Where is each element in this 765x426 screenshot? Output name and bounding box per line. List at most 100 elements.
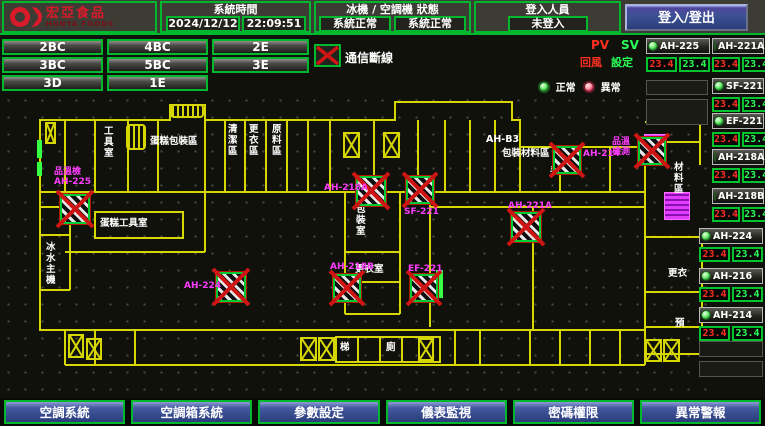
unit-sv-value: 23.4 bbox=[742, 97, 765, 112]
unit-marker-label-ah-224: AH-224 bbox=[184, 282, 221, 292]
unit-button-ah-216[interactable]: AH-216 bbox=[699, 268, 763, 284]
unit-values: 23.423.4 bbox=[646, 57, 710, 72]
unit-marker-label-ah-225: 品溫檢AH-225 bbox=[54, 168, 91, 187]
nav-button-3[interactable]: 參數設定 bbox=[258, 400, 379, 424]
nav-button-6[interactable]: 異常警報 bbox=[640, 400, 761, 424]
comm-fail-icon bbox=[314, 44, 341, 67]
unit-sv-value: 23.4 bbox=[742, 132, 765, 147]
unit-card-ah-216: AH-21623.423.4 bbox=[699, 268, 763, 284]
unit-button-ef-221[interactable]: EF-221 bbox=[712, 113, 764, 129]
stair-x-box bbox=[318, 337, 335, 361]
zone-button-1e[interactable]: 1E bbox=[107, 75, 208, 91]
stair-x-box bbox=[343, 132, 360, 158]
unit-button-sf-221[interactable]: SF-221 bbox=[712, 78, 764, 94]
hunya-logo-icon bbox=[10, 4, 46, 30]
system-time-label: 系統時間 bbox=[162, 3, 309, 16]
unit-button-ah-224[interactable]: AH-224 bbox=[699, 228, 763, 244]
unit-name-label: EF-221 bbox=[726, 116, 762, 127]
zone-button-3d[interactable]: 3D bbox=[2, 75, 103, 91]
zone-button-3e[interactable]: 3E bbox=[212, 57, 309, 73]
unit-card-ah-221a: AH-221A23.423.4 bbox=[712, 38, 764, 54]
unit-card-ah-214: AH-21423.423.4 bbox=[699, 307, 763, 323]
unit-marker-label-sf-221: SF-221 bbox=[404, 208, 439, 218]
unit-pv-value: 23.4 bbox=[699, 326, 730, 341]
unit-status-led bbox=[714, 81, 724, 91]
comm-fail-unit-icon-ef-221[interactable] bbox=[410, 274, 438, 302]
unit-sv-value: 23.4 bbox=[679, 57, 710, 72]
login-logout-button[interactable]: 登入/登出 bbox=[625, 4, 748, 31]
unit-status-led bbox=[701, 310, 711, 320]
unit-status-led bbox=[714, 191, 716, 201]
comm-fail-unit-icon-ah-214[interactable] bbox=[553, 146, 581, 174]
unit-card-ah-218b: AH-218B23.423.4 bbox=[712, 188, 764, 204]
unit-button-ah-214[interactable]: AH-214 bbox=[699, 307, 763, 323]
room-label: 更衣區 bbox=[249, 124, 260, 157]
login-user-display: 未登入 bbox=[508, 16, 588, 32]
unit-marker-label-ef-221: EF-221 bbox=[408, 265, 443, 275]
zone-button-3bc[interactable]: 3BC bbox=[2, 57, 103, 73]
legend-sv-caption: 設定 bbox=[611, 54, 633, 70]
room-label: 冰水主機 bbox=[46, 242, 57, 286]
unit-card-ah-224: AH-22423.423.4 bbox=[699, 228, 763, 244]
zone-button-2bc[interactable]: 2BC bbox=[2, 39, 103, 55]
brand-name-en: HUNYA FOODS bbox=[46, 20, 114, 28]
unit-name-label: AH-218B bbox=[718, 191, 764, 202]
stair-x-box bbox=[383, 132, 400, 158]
comm-fail-unit-icon-ah-225[interactable] bbox=[60, 194, 90, 224]
unit-sv-value: 23.4 bbox=[732, 326, 763, 341]
stair-x-box bbox=[645, 339, 662, 362]
room-label: 更衣 bbox=[668, 268, 687, 279]
zone-button-4bc[interactable]: 4BC bbox=[107, 39, 208, 55]
comm-fail-unit-icon-ah-218b[interactable] bbox=[333, 274, 361, 302]
login-user-label: 登入人員 bbox=[476, 3, 619, 16]
top-bar: 宏亞食品 HUNYA FOODS 系統時間 2024/12/12 22:09:5… bbox=[0, 0, 765, 35]
unit-sv-value: 23.4 bbox=[732, 287, 763, 302]
room-label: 廁 bbox=[386, 342, 396, 353]
bottom-nav-bar: 空調系統空調箱系統參數設定儀表監視密碼權限異常警報 bbox=[0, 398, 765, 426]
unit-name-label: AH-224 bbox=[713, 231, 752, 242]
unit-status-led bbox=[714, 116, 724, 126]
comm-fail-unit-icon--[interactable] bbox=[638, 137, 666, 165]
unit-button-ah-221a[interactable]: AH-221A bbox=[712, 38, 764, 54]
equipment-outline bbox=[126, 124, 146, 150]
comm-fail-unit-icon-sf-221[interactable] bbox=[406, 176, 434, 204]
unit-sv-value: 23.4 bbox=[732, 247, 763, 262]
room-label: 清潔區 bbox=[228, 124, 239, 157]
unit-values: 23.423.4 bbox=[699, 287, 763, 302]
unit-sv-value: 23.4 bbox=[742, 207, 765, 222]
unit-pv-value: 23.4 bbox=[712, 132, 740, 147]
unit-values: 23.423.4 bbox=[712, 132, 764, 147]
room-label: AH-B3 bbox=[486, 134, 519, 145]
unit-button-ah-218a[interactable]: AH-218A bbox=[712, 149, 764, 165]
zone-button-2e[interactable]: 2E bbox=[212, 39, 309, 55]
nav-button-2[interactable]: 空調箱系統 bbox=[131, 400, 252, 424]
comm-fail-unit-icon-ah-221a[interactable] bbox=[511, 212, 541, 242]
legend-pv-caption: 回風 bbox=[580, 54, 602, 70]
unit-values: 23.423.4 bbox=[712, 57, 764, 72]
room-label: 材料區 bbox=[674, 162, 685, 195]
unit-card-ah-218a: AH-218A23.423.4 bbox=[712, 149, 764, 165]
unit-card-ah-225: AH-22523.423.4 bbox=[646, 38, 710, 54]
ahu-status-display: 系統正常 bbox=[394, 16, 466, 32]
status-strip bbox=[37, 140, 42, 158]
empty-unit-slot bbox=[699, 361, 763, 377]
unit-button-ah-225[interactable]: AH-225 bbox=[646, 38, 710, 54]
unit-pv-value: 23.4 bbox=[712, 168, 740, 183]
company-logo: 宏亞食品 HUNYA FOODS bbox=[2, 1, 157, 33]
empty-unit-slot bbox=[646, 99, 708, 125]
unit-status-led bbox=[714, 41, 716, 51]
nav-button-1[interactable]: 空調系統 bbox=[4, 400, 125, 424]
nav-button-4[interactable]: 儀表監視 bbox=[386, 400, 507, 424]
unit-status-led bbox=[714, 152, 716, 162]
room-label: 預 bbox=[675, 318, 685, 329]
unit-button-ah-218b[interactable]: AH-218B bbox=[712, 188, 764, 204]
unit-name-label: AH-221A bbox=[718, 41, 764, 52]
nav-button-5[interactable]: 密碼權限 bbox=[513, 400, 634, 424]
unit-values: 23.423.4 bbox=[712, 97, 764, 112]
room-label: 蛋糕包裝區 bbox=[150, 136, 198, 147]
brand-name: 宏亞食品 bbox=[46, 7, 114, 20]
floor-plan-map: 工具室蛋糕包裝區清潔區更衣區原料區AH-B3包裝材料區手洗區材料區蛋糕工具室包裝… bbox=[0, 92, 712, 395]
zone-button-5bc[interactable]: 5BC bbox=[107, 57, 208, 73]
equipment-outline bbox=[170, 104, 204, 118]
stair-x-box bbox=[418, 338, 434, 361]
